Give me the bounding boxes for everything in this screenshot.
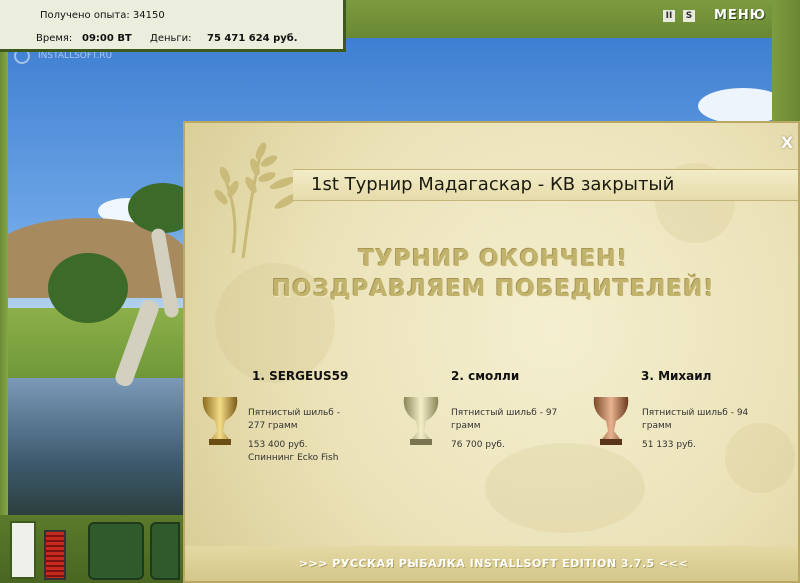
- backpack-icon[interactable]: [150, 522, 180, 580]
- winner-2-prize: 76 700 руб.: [451, 440, 505, 450]
- menu-button[interactable]: МЕНЮ: [714, 8, 766, 23]
- winner-1-name: 1. SERGEUS59: [252, 369, 349, 383]
- pause-button[interactable]: II: [663, 10, 675, 22]
- headline-congrats: ПОЗДРАВЛЯЕМ ПОБЕДИТЕЛЕЙ!: [272, 276, 715, 302]
- bronze-cup-icon: [593, 397, 629, 445]
- winner-3-prize: 51 133 руб.: [642, 440, 696, 450]
- game-version-footer: >>> РУССКАЯ РЫБАЛКА INSTALLSOFT EDITION …: [298, 557, 689, 570]
- tournament-results-dialog: X 1st Турнир Мадагаскар - КВ закрытый ТУ…: [183, 121, 800, 583]
- line-tension-gauge: [44, 530, 66, 580]
- headline-finished: ТУРНИР ОКОНЧЕН!: [358, 246, 629, 272]
- watermark: INSTALLSOFT.RU: [38, 51, 113, 61]
- time-value: 09:00 ВТ: [82, 33, 132, 44]
- tournament-title: 1st Турнир Мадагаскар - КВ закрытый: [311, 174, 675, 195]
- status-panel: Получено опыта: 34150 Время: 09:00 ВТ Де…: [0, 0, 346, 52]
- money-value: 75 471 624 руб.: [207, 33, 298, 44]
- time-label: Время:: [36, 33, 73, 44]
- sound-button[interactable]: S: [683, 10, 695, 22]
- winner-2-catch: Пятнистый шильб - 97 грамм: [451, 408, 558, 431]
- winner-1-prize: 153 400 руб. Спиннинг Ecko Fish: [248, 440, 339, 463]
- silver-cup-icon: [403, 397, 439, 445]
- tackle-box-icon[interactable]: [88, 522, 144, 580]
- winner-3-catch: Пятнистый шильб - 94 грамм: [642, 408, 749, 431]
- close-button[interactable]: X: [779, 135, 795, 151]
- winner-2-name: 2. смолли: [451, 369, 520, 383]
- winner-1-catch: Пятнистый шильб - 277 грамм: [248, 408, 340, 431]
- experience-label: Получено опыта: 34150: [40, 10, 165, 21]
- wheat-decoration-icon: [214, 142, 300, 259]
- gold-cup-icon: [202, 397, 238, 445]
- dock-slot[interactable]: [10, 521, 36, 579]
- left-frame: [0, 0, 8, 583]
- winner-3-name: 3. Михаил: [641, 369, 712, 383]
- money-label: Деньги:: [150, 33, 192, 44]
